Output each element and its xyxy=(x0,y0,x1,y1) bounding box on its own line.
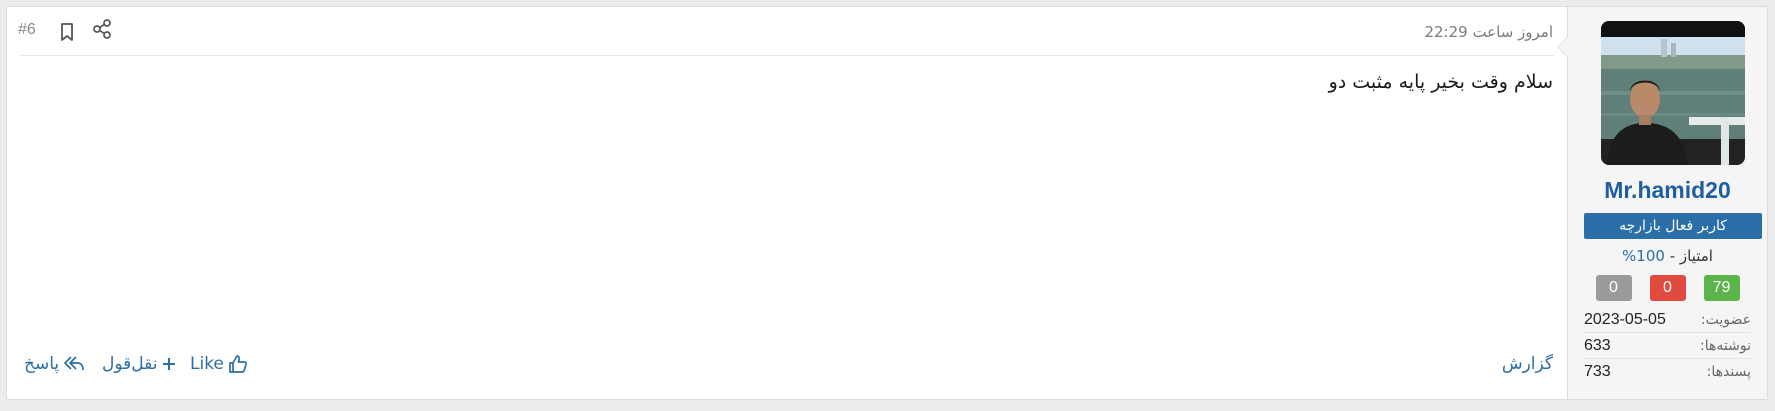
stat-value: 733 xyxy=(1584,362,1611,380)
reply-icon xyxy=(63,354,85,374)
like-button[interactable]: Like xyxy=(190,354,248,374)
stat-row-joined: عضویت: 2023-05-05 xyxy=(1584,307,1751,333)
header-divider xyxy=(19,55,1555,56)
quote-label: نقل‌قول xyxy=(102,354,158,374)
reply-label: پاسخ xyxy=(24,354,60,374)
share-icon[interactable] xyxy=(91,18,113,40)
stat-label: نوشته‌ها: xyxy=(1700,337,1751,354)
post-message: سلام وقت بخیر پایه مثبت دو xyxy=(1328,71,1553,93)
stat-label: عضویت: xyxy=(1700,311,1751,328)
user-rating: امتیاز - 100% xyxy=(1568,247,1767,265)
reply-button[interactable]: پاسخ xyxy=(24,354,85,374)
post-timestamp[interactable]: امروز ساعت 22:29 xyxy=(1424,23,1553,41)
stat-value: 633 xyxy=(1584,336,1611,354)
like-label: Like xyxy=(190,354,224,374)
feedback-badges: 0 0 79 xyxy=(1568,275,1767,301)
stat-row-posts: نوشته‌ها: 633 xyxy=(1584,333,1751,359)
thumbs-up-icon xyxy=(228,354,248,374)
user-info-panel: Mr.hamid20 کاربر فعال بازارچه امتیاز - 1… xyxy=(1557,7,1767,399)
positive-feedback-badge[interactable]: 79 xyxy=(1703,275,1740,301)
panel-arrow xyxy=(1557,36,1568,58)
user-stats: عضویت: 2023-05-05 نوشته‌ها: 633 پسندها: … xyxy=(1584,307,1751,384)
stat-row-likes: پسندها: 733 xyxy=(1584,359,1751,384)
post-main: #6 امروز ساعت 22:29 سلام وقت بخیر پایه م… xyxy=(7,7,1567,399)
negative-feedback-badge[interactable]: 0 xyxy=(1649,275,1686,301)
rating-label: امتیاز - xyxy=(1669,247,1713,265)
plus-icon xyxy=(161,356,177,372)
post-number-link[interactable]: #6 xyxy=(18,21,36,39)
post-footer: گزارش Like نقل‌قول xyxy=(7,354,1567,384)
user-title-banner: کاربر فعال بازارچه xyxy=(1584,213,1762,239)
bookmark-icon[interactable] xyxy=(56,21,78,43)
report-link[interactable]: گزارش xyxy=(1502,354,1553,374)
neutral-feedback-badge[interactable]: 0 xyxy=(1595,275,1632,301)
rating-value-link[interactable]: 100% xyxy=(1622,247,1665,265)
username-link[interactable]: Mr.hamid20 xyxy=(1568,177,1767,204)
quote-button[interactable]: نقل‌قول xyxy=(102,354,177,374)
report-label: گزارش xyxy=(1501,354,1553,374)
post-container: #6 امروز ساعت 22:29 سلام وقت بخیر پایه م… xyxy=(6,6,1768,400)
stat-label: پسندها: xyxy=(1706,363,1751,380)
stat-value: 2023-05-05 xyxy=(1584,310,1666,328)
avatar[interactable] xyxy=(1601,21,1745,165)
